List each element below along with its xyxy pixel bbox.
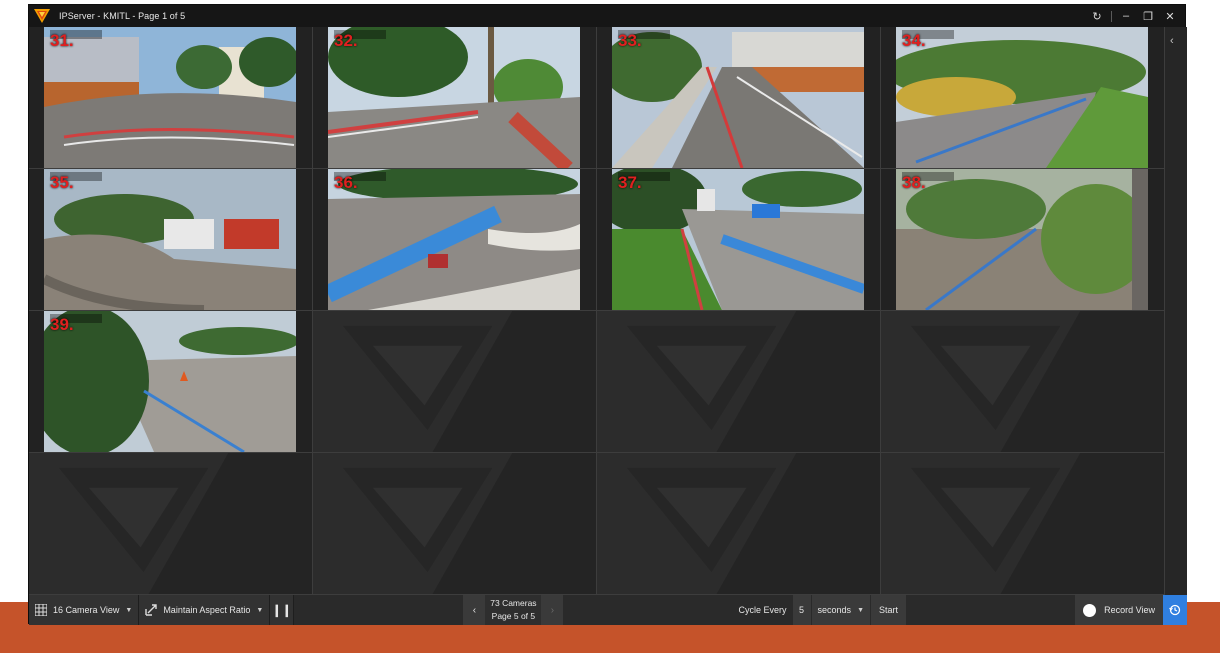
camera-label: 33. (618, 31, 642, 50)
placeholder-logo-icon (597, 311, 880, 452)
placeholder-logo-icon (313, 311, 596, 452)
camera-feed: 31. (44, 27, 296, 168)
record-view-label: Record View (1104, 605, 1155, 615)
toolbar-spacer (563, 595, 733, 625)
placeholder-logo-icon (29, 453, 312, 594)
bottom-toolbar: 16 Camera View ▼ Maintain Aspect Ratio ▼… (29, 595, 1187, 625)
camera-label: 34. (902, 31, 926, 50)
camera-label: 38. (902, 173, 926, 192)
cycle-label: Cycle Every (738, 605, 787, 615)
camera-feed: 36. (328, 169, 580, 310)
camera-tile[interactable]: 36. (313, 169, 597, 311)
history-button[interactable] (1162, 595, 1187, 625)
pause-icon: ❙❙ (271, 603, 292, 617)
side-panel: ‹ (1165, 27, 1187, 595)
window-title: IPServer - KMITL - Page 1 of 5 (59, 11, 186, 21)
camera-feed: 34. (896, 27, 1148, 168)
camera-grid: 31. 32. 33. 34. 35. 36. 37. 38. 39. (29, 27, 1165, 595)
title-bar[interactable]: IPServer - KMITL - Page 1 of 5 ↻ – ❐ ✕ (29, 5, 1185, 27)
camera-view-dropdown[interactable]: 16 Camera View ▼ (29, 595, 140, 625)
camera-feed: 37. (612, 169, 864, 310)
camera-tile[interactable]: 37. (597, 169, 881, 311)
next-page-button[interactable]: › (541, 595, 564, 625)
pause-button[interactable]: ❙❙ (270, 595, 295, 625)
empty-camera-slot[interactable] (313, 453, 597, 595)
cycle-controls: Cycle Every 5 seconds ▼ Start (733, 595, 907, 625)
placeholder-logo-icon (881, 311, 1164, 452)
chevron-down-icon: ▼ (857, 606, 864, 614)
chevron-down-icon: ▼ (125, 606, 133, 614)
record-view-button[interactable]: Record View (1075, 595, 1163, 625)
camera-tile[interactable]: 35. (29, 169, 313, 311)
placeholder-logo-icon (597, 453, 880, 594)
resize-icon (145, 604, 158, 616)
grid-icon (35, 604, 47, 616)
chevron-down-icon: ▼ (256, 606, 264, 614)
toolbar-spacer (294, 595, 464, 625)
camera-count: 73 Cameras (490, 598, 537, 608)
camera-tile[interactable]: 31. (29, 27, 313, 169)
camera-view-label: 16 Camera View (53, 605, 120, 615)
placeholder-logo-icon (881, 453, 1164, 594)
camera-label: 36. (334, 173, 358, 192)
cycle-unit-dropdown[interactable]: seconds ▼ (810, 595, 870, 625)
camera-tile[interactable]: 32. (313, 27, 597, 169)
camera-label: 35. (50, 173, 74, 192)
page-info: 73 Cameras Page 5 of 5 (485, 595, 542, 625)
camera-label: 39. (50, 315, 74, 334)
camera-feed: 39. (44, 311, 296, 452)
close-icon[interactable]: ✕ (1159, 6, 1181, 26)
camera-tile[interactable]: 33. (597, 27, 881, 169)
camera-feed: 33. (612, 27, 864, 168)
page-navigator: ‹ 73 Cameras Page 5 of 5 › (463, 595, 564, 625)
window-controls: ↻ – ❐ ✕ (1086, 6, 1181, 26)
aspect-ratio-dropdown[interactable]: Maintain Aspect Ratio ▼ (139, 595, 271, 625)
cycle-unit-label: seconds (817, 605, 852, 615)
title-divider (1111, 10, 1112, 22)
previous-page-button[interactable]: ‹ (463, 595, 486, 625)
aspect-ratio-label: Maintain Aspect Ratio (163, 605, 251, 615)
refresh-icon[interactable]: ↻ (1086, 6, 1108, 26)
minimize-icon[interactable]: – (1115, 6, 1137, 26)
restore-icon[interactable]: ❐ (1137, 6, 1159, 26)
empty-camera-slot[interactable] (597, 453, 881, 595)
camera-label: 32. (334, 31, 358, 50)
toolbar-spacer (906, 595, 1076, 625)
camera-tile[interactable]: 39. (29, 311, 313, 453)
camera-tile[interactable]: 34. (881, 27, 1165, 169)
empty-camera-slot[interactable] (597, 311, 881, 453)
slide-page: IPServer - KMITL - Page 1 of 5 ↻ – ❐ ✕ 3… (0, 0, 1220, 653)
placeholder-logo-icon (313, 453, 596, 594)
chevron-left-icon[interactable]: ‹ (1170, 35, 1174, 47)
empty-camera-slot[interactable] (881, 453, 1165, 595)
empty-camera-slot[interactable] (313, 311, 597, 453)
record-icon (1083, 603, 1097, 617)
chevron-left-icon: ‹ (472, 604, 477, 616)
empty-camera-slot[interactable] (29, 453, 313, 595)
start-cycle-button[interactable]: Start (870, 595, 907, 625)
camera-feed: 32. (328, 27, 580, 168)
camera-feed: 38. (896, 169, 1148, 310)
camera-tile[interactable]: 38. (881, 169, 1165, 311)
camera-label: 31. (50, 31, 74, 50)
history-icon (1169, 604, 1181, 616)
camera-feed: 35. (44, 169, 296, 310)
app-logo-icon (34, 9, 50, 23)
cycle-interval-input[interactable]: 5 (792, 595, 811, 625)
camera-label: 37. (618, 173, 642, 192)
ipserver-window: IPServer - KMITL - Page 1 of 5 ↻ – ❐ ✕ 3… (28, 4, 1187, 625)
chevron-right-icon: › (550, 604, 555, 616)
page-indicator: Page 5 of 5 (491, 611, 536, 621)
empty-camera-slot[interactable] (881, 311, 1165, 453)
